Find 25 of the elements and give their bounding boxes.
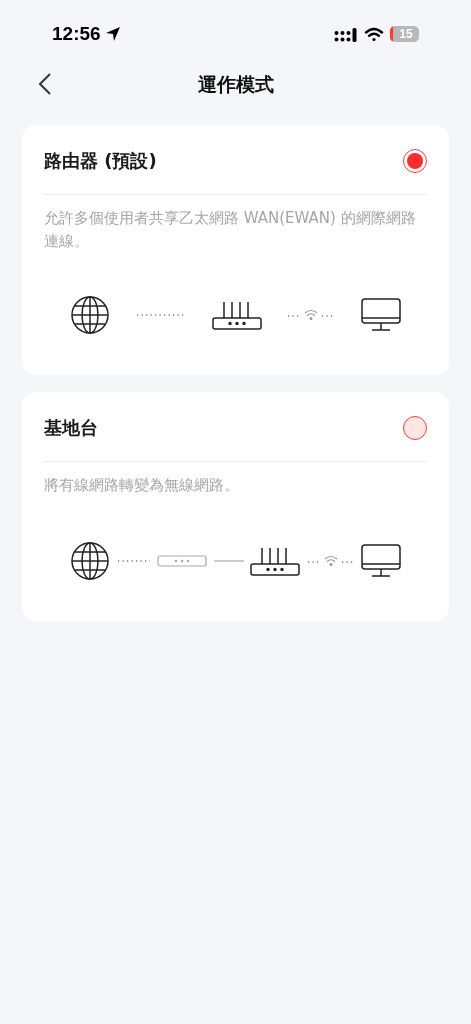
location-arrow-icon: [104, 26, 121, 42]
signal-icon: [334, 26, 358, 42]
router-icon: [211, 300, 262, 330]
radio-button[interactable]: [403, 148, 427, 173]
globe-icon: [70, 541, 110, 581]
wifi-icon: [364, 26, 384, 42]
page-title: 運作模式: [197, 71, 274, 97]
monitor-icon: [361, 298, 401, 332]
mode-card[interactable]: 基地台 將有線網路轉變為無線網路。: [22, 392, 449, 621]
back-button[interactable]: [38, 72, 52, 96]
monitor-icon: [361, 544, 401, 578]
modem-icon: [157, 555, 207, 567]
mode-title: 路由器 (預設): [44, 149, 157, 173]
status-time: 12:56: [52, 21, 101, 46]
mode-description: 允許多個使用者共享乙太網路 WAN(EWAN) 的網際網路連線。: [44, 208, 417, 252]
mode-card[interactable]: 路由器 (預設) 允許多個使用者共享乙太網路 WAN(EWAN) 的網際網路連線。: [22, 125, 449, 375]
wireless-link-icon: [306, 554, 355, 568]
router-icon: [250, 546, 300, 576]
globe-icon: [70, 295, 110, 335]
mode-title: 基地台: [44, 416, 98, 440]
radio-button[interactable]: [403, 415, 427, 440]
dotted-line: [135, 313, 186, 317]
cable-line: [213, 559, 244, 563]
battery-indicator: 15: [390, 26, 419, 42]
mode-description: 將有線網路轉變為無線網路。: [44, 475, 240, 496]
